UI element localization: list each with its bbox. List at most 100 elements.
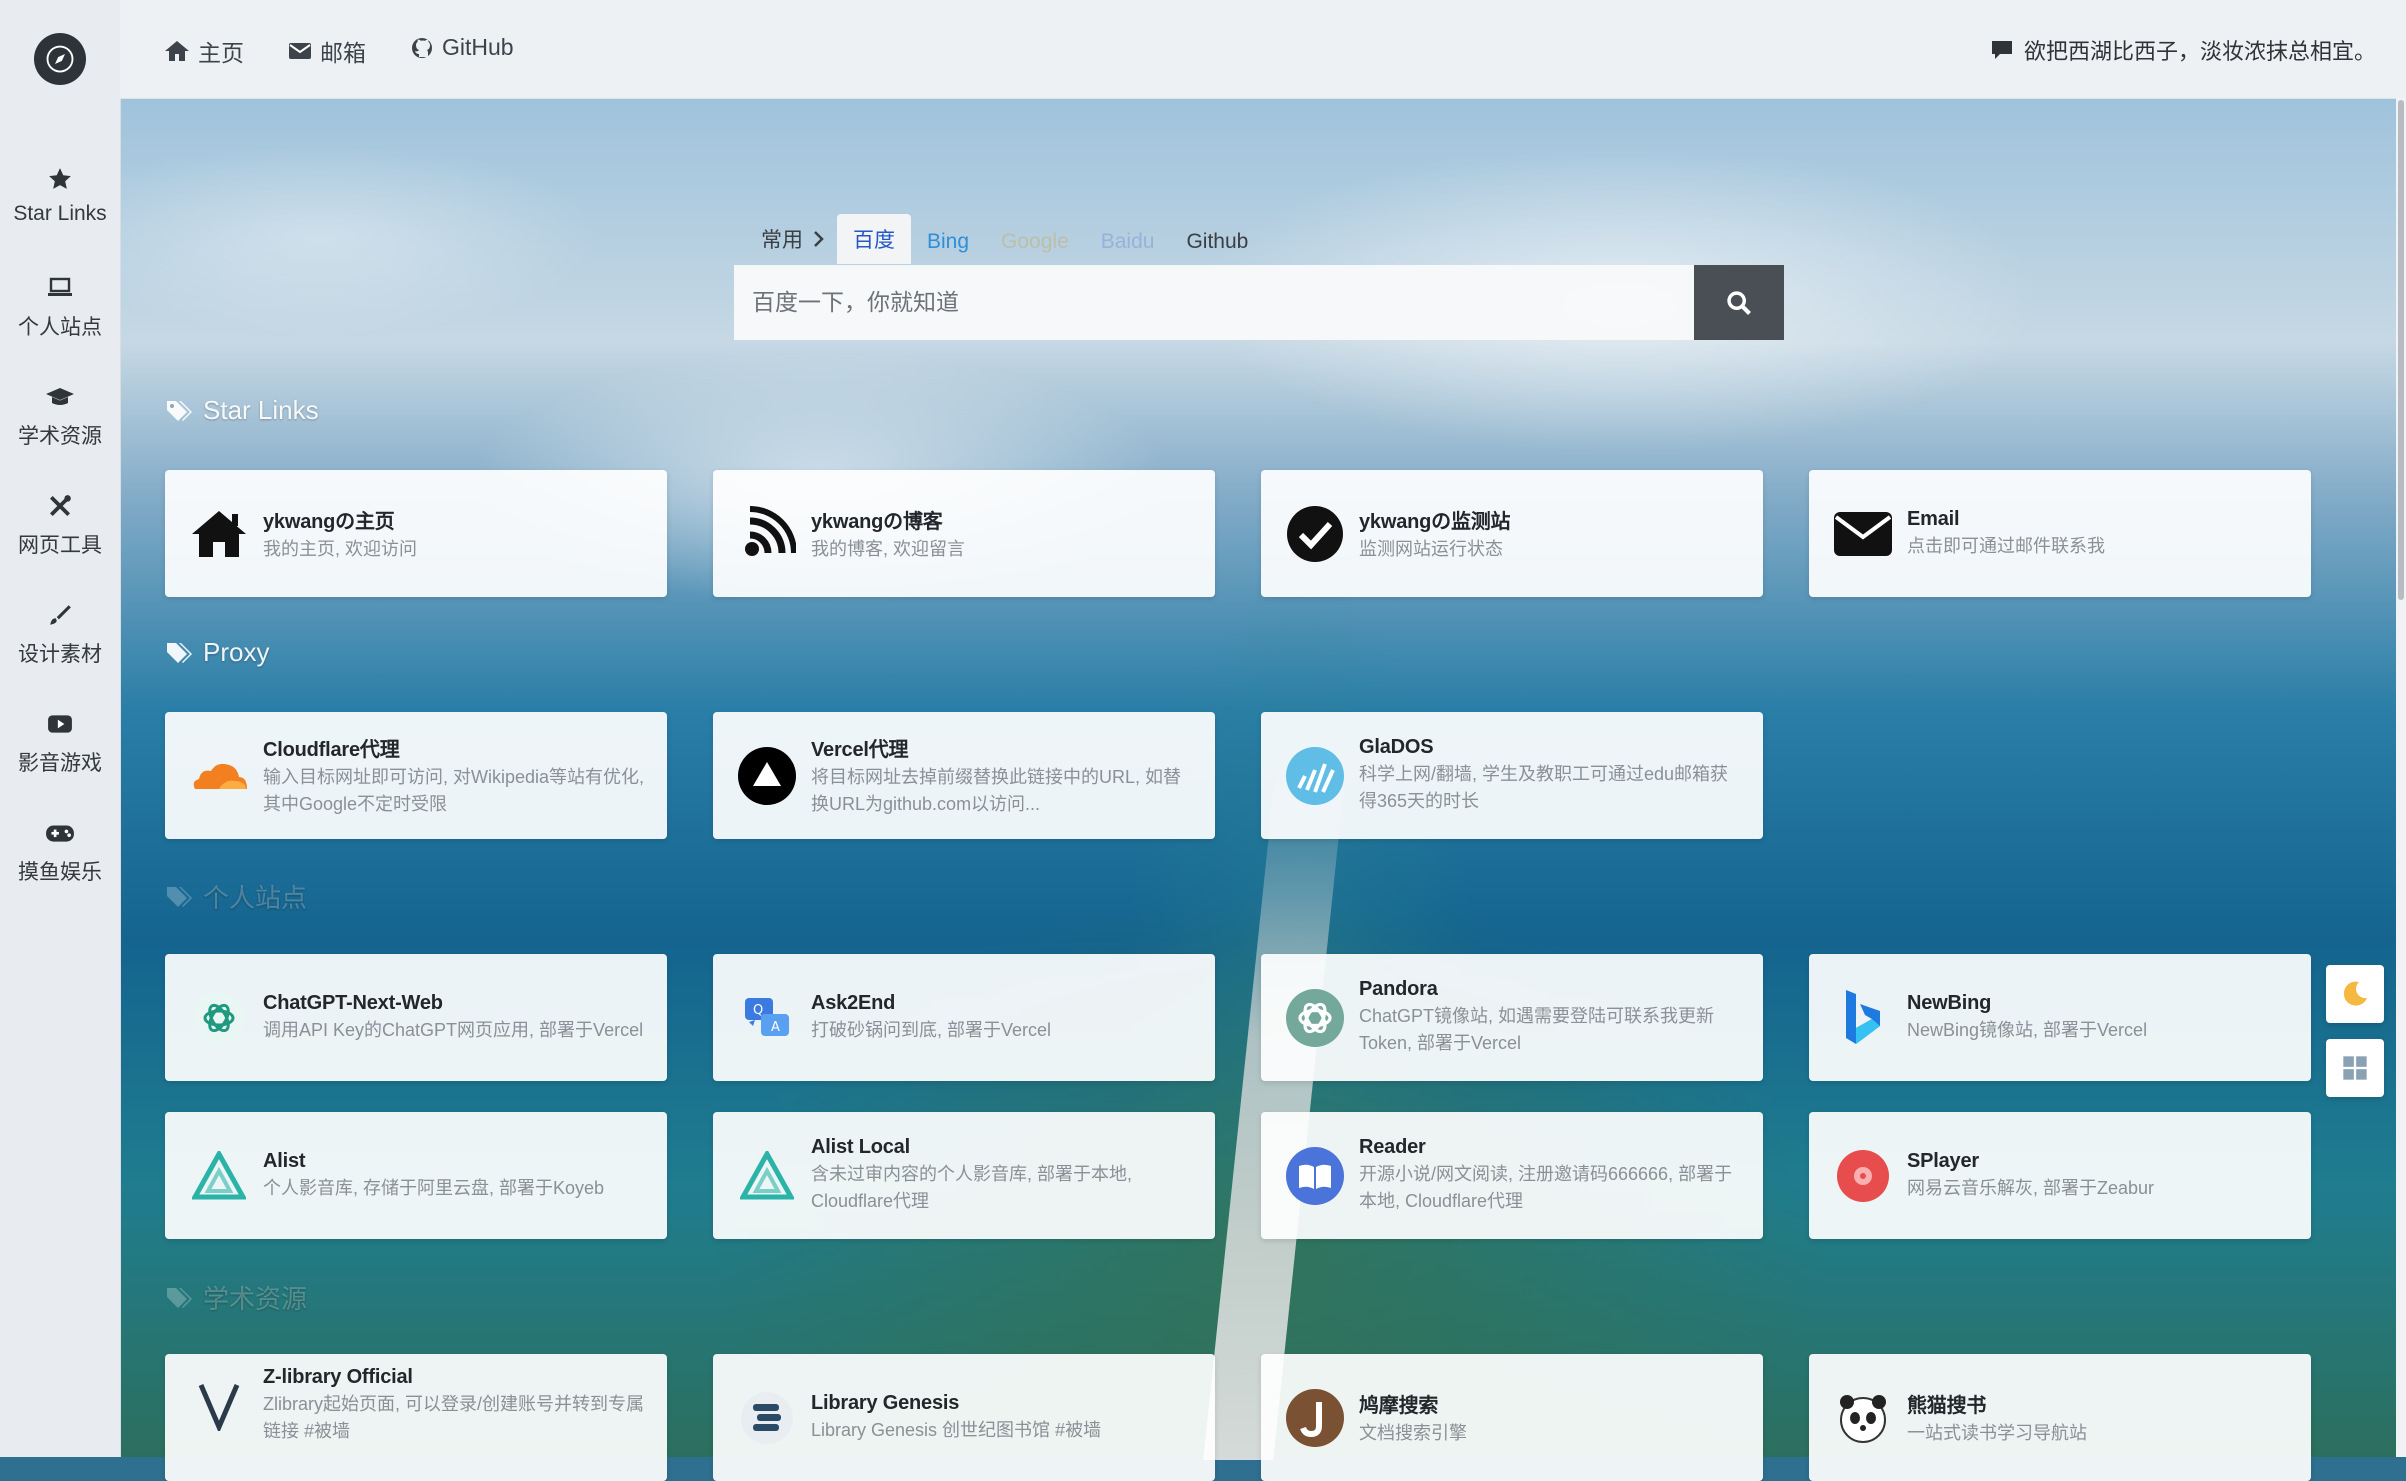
vercel-icon [737, 746, 797, 806]
card-email[interactable]: Email 点击即可通过邮件联系我 [1809, 470, 2311, 597]
card-reader[interactable]: Reader 开源小说/网文阅读, 注册邀请码666666, 部署于本地, Clo… [1261, 1112, 1763, 1239]
alist-icon [737, 1146, 797, 1206]
sidebar-item-design[interactable]: 设计素材 [0, 602, 120, 668]
brush-icon [0, 602, 120, 632]
card-desc: 个人影音库, 存储于阿里云盘, 部署于Koyeb [263, 1177, 605, 1198]
card-desc: 我的博客, 欢迎留言 [811, 538, 966, 559]
card-jiumo[interactable]: 鸠摩搜索 文档搜索引擎 [1261, 1354, 1763, 1481]
sidebar-item-web-tools[interactable]: 网页工具 [0, 493, 120, 559]
top-navbar: 主页 邮箱 GitHub 欲把西湖比西子，淡妆浓抹总相宜。 [120, 0, 2406, 99]
openai-icon [189, 988, 249, 1048]
card-desc: Zlibrary起始页面, 可以登录/创建账号并转到专属链接 #被墙 [263, 1394, 645, 1441]
nav-home-label: 主页 [198, 40, 244, 66]
tab-google[interactable]: Google [985, 220, 1085, 264]
card-title: Ask2End [811, 991, 896, 1014]
github-icon [412, 37, 432, 58]
section-title-academic: 学术资源 [165, 1279, 307, 1316]
card-panda-search[interactable]: 熊猫搜书一站式读书学习导航站 [1809, 1354, 2311, 1481]
card-glados[interactable]: GlaDOS 科学上网/翻墙, 学生及教职工可通过edu邮箱获得365天的时长 [1261, 712, 1763, 839]
card-desc: 一站式读书学习导航站 [1907, 1422, 2087, 1443]
card-alist[interactable]: Alist 个人影音库, 存储于阿里云盘, 部署于Koyeb [165, 1112, 667, 1239]
card-desc: 将目标网址去掉前缀替换此链接中的URL, 如替换URL为github.com以访… [811, 767, 1182, 814]
card-title: Alist [263, 1149, 306, 1172]
tags-icon [167, 886, 192, 907]
sidebar-item-label: 摸鱼娱乐 [18, 861, 102, 884]
tab-baidu[interactable]: 百度 [837, 214, 911, 264]
card-vercel-proxy[interactable]: Vercel代理将目标网址去掉前缀替换此链接中的URL, 如替换URL为gith… [713, 712, 1215, 839]
card-ykwang-blog[interactable]: ykwangの博客我的博客, 欢迎留言 [713, 470, 1215, 597]
section-title-star-links: Star Links [165, 395, 319, 426]
card-title: 熊猫搜书 [1907, 1394, 1987, 1417]
card-desc: NewBing镜像站, 部署于Vercel [1907, 1019, 2148, 1040]
card-title: Vercel代理 [811, 739, 909, 761]
card-ask2end[interactable]: AQ Ask2End 打破砂锅问到底, 部署于Vercel [713, 954, 1215, 1081]
sidebar-item-label: 设计素材 [18, 643, 102, 666]
card-desc: 我的主页, 欢迎访问 [263, 538, 418, 559]
card-title: SPlayer [1907, 1149, 1979, 1172]
card-desc: 科学上网/翻墙, 学生及教职工可通过edu邮箱获得365天的时长 [1359, 764, 1729, 811]
layout-toggle[interactable] [2326, 1039, 2384, 1097]
search-button[interactable] [1694, 265, 1784, 340]
sidebar-item-media-games[interactable]: 影音游戏 [0, 711, 120, 777]
card-alist-local[interactable]: Alist Local 含未过审内容的个人影音库, 部署于本地, Cloudfla… [713, 1112, 1215, 1239]
house-icon [189, 504, 249, 564]
section-title-text: Proxy [203, 637, 270, 667]
search-group-label[interactable]: 常用 [745, 214, 809, 264]
card-desc: 打破砂锅问到底, 部署于Vercel [811, 1019, 1052, 1040]
tab-bing[interactable]: Bing [911, 220, 985, 264]
card-splayer[interactable]: SPlayer 网易云音乐解灰, 部署于Zeabur [1809, 1112, 2311, 1239]
section-title-text: 学术资源 [203, 1284, 308, 1314]
sidebar-item-fun[interactable]: 摸鱼娱乐 [0, 820, 120, 886]
card-desc: 调用API Key的ChatGPT网页应用, 部署于Vercel [263, 1019, 644, 1040]
card-ykwang-monitor[interactable]: ykwangの监测站 监测网站运行状态 [1261, 470, 1763, 597]
nav-mail-link[interactable]: 邮箱 [288, 34, 366, 68]
section-title-personal-sites: 个人站点 [165, 878, 307, 915]
search-input[interactable] [734, 265, 1694, 340]
ask2end-icon: AQ [737, 988, 797, 1048]
star-icon [0, 166, 120, 196]
card-title: ykwangの监测站 [1359, 510, 1511, 533]
card-zlibrary[interactable]: Z-library Official Zlibrary起始页面, 可以登录/创建账… [165, 1354, 667, 1481]
graduation-cap-icon [0, 384, 120, 414]
alist-icon [189, 1146, 249, 1206]
site-logo[interactable] [34, 33, 86, 85]
card-title: ykwangの博客 [811, 510, 943, 533]
scrollbar-thumb[interactable] [2398, 100, 2404, 600]
book-icon [1285, 1146, 1345, 1206]
card-desc: 开源小说/网文阅读, 注册邀请码666666, 部署于本地, Cloudflar… [1359, 1164, 1733, 1211]
tools-icon [0, 493, 120, 523]
tags-icon [167, 400, 192, 421]
tab-github[interactable]: Github [1170, 220, 1264, 264]
moon-icon [2343, 981, 2367, 1006]
nav-mail-label: 邮箱 [320, 40, 366, 66]
card-ykwang-home[interactable]: ykwangの主页 我的主页, 欢迎访问 [165, 470, 667, 597]
nav-home-link[interactable]: 主页 [164, 34, 244, 68]
card-libgen[interactable]: Library Genesis Library Genesis 创世纪图书馆 #被… [713, 1354, 1215, 1481]
sidebar-item-label: 影音游戏 [18, 752, 102, 775]
card-newbing[interactable]: NewBing NewBing镜像站, 部署于Vercel [1809, 954, 2311, 1081]
card-title: Z-library Official [263, 1366, 413, 1388]
section-title-proxy: Proxy [165, 637, 269, 668]
sidebar-item-academic[interactable]: 学术资源 [0, 384, 120, 450]
sidebar-item-personal-sites[interactable]: 个人站点 [0, 275, 120, 341]
card-pandora[interactable]: Pandora ChatGPT镜像站, 如遇需要登陆可联系我更新Token, 部署… [1261, 954, 1763, 1081]
tab-baidu-alt[interactable]: Baidu [1085, 220, 1171, 264]
card-cloudflare-proxy[interactable]: Cloudflare代理 输入目标网址即可访问, 对Wikipedia等站有优化,… [165, 712, 667, 839]
mail-icon [289, 43, 311, 59]
sidebar: Star Links 个人站点 学术资源 网页工具 设计素材 影音游戏 摸鱼娱乐 [0, 0, 121, 1457]
nav-github-link[interactable]: GitHub [410, 34, 514, 61]
card-desc: 监测网站运行状态 [1359, 538, 1503, 559]
comment-icon [1991, 41, 2012, 59]
sidebar-item-label: 个人站点 [18, 316, 102, 339]
svg-text:Q: Q [753, 1003, 763, 1018]
dark-mode-toggle[interactable] [2326, 965, 2384, 1023]
sidebar-item-label: 学术资源 [18, 425, 102, 448]
card-title: 鸠摩搜索 [1359, 1394, 1439, 1417]
gamepad-icon [0, 820, 120, 850]
panda-icon [1833, 1388, 1893, 1448]
card-chatgpt-next-web[interactable]: ChatGPT-Next-Web 调用API Key的ChatGPT网页应用, 部… [165, 954, 667, 1081]
sidebar-item-star-links[interactable]: Star Links [0, 166, 120, 226]
card-desc: 输入目标网址即可访问, 对Wikipedia等站有优化, 其中Google不定时… [263, 767, 645, 814]
card-desc: ChatGPT镜像站, 如遇需要登陆可联系我更新Token, 部署于Vercel [1359, 1006, 1715, 1053]
card-title: Email [1907, 507, 1960, 530]
